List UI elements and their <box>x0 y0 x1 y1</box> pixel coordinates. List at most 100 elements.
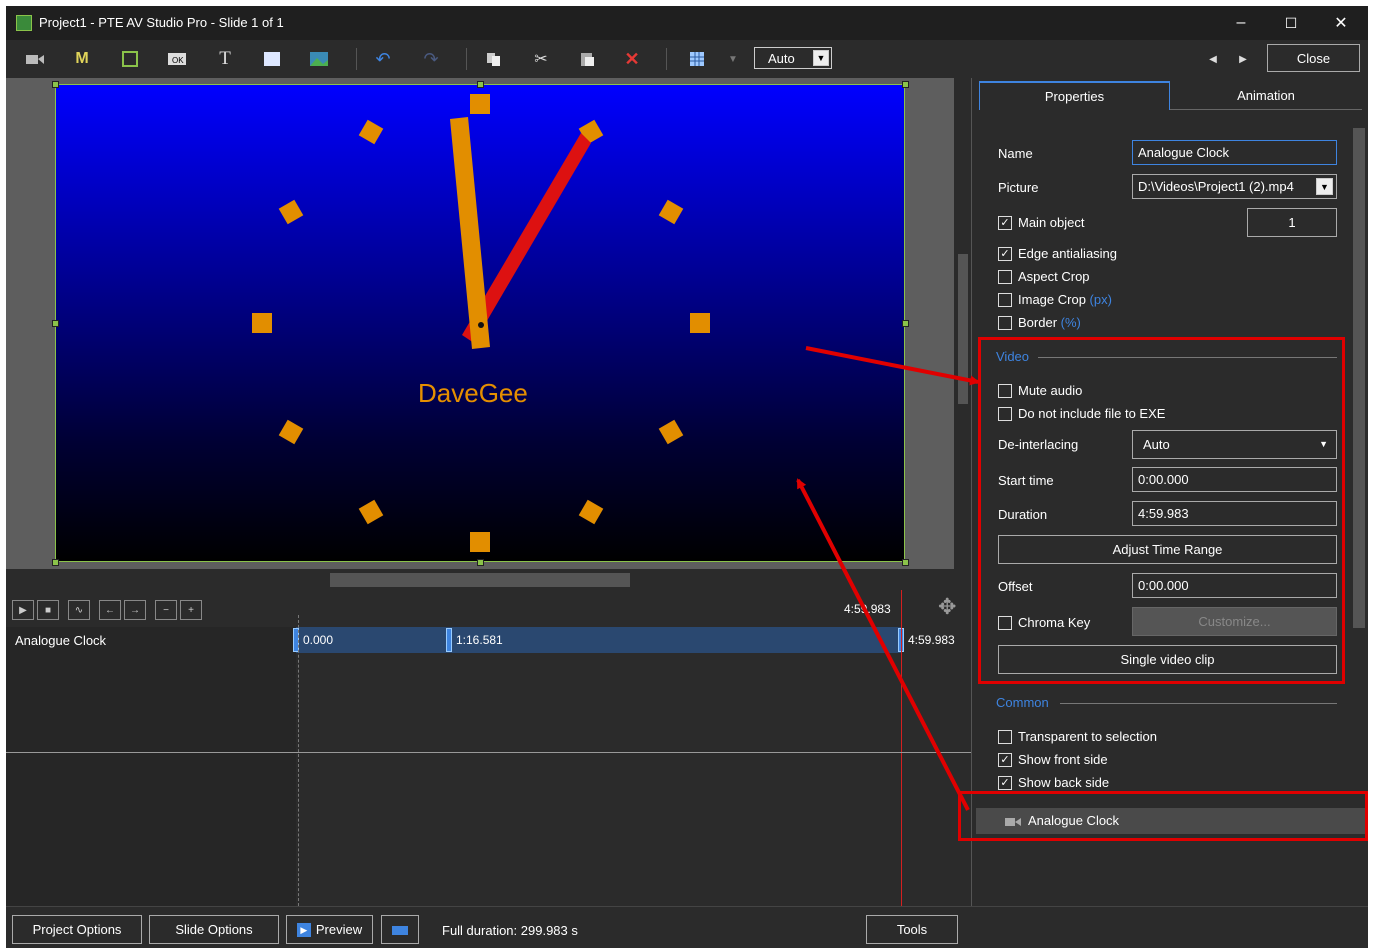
video-section-title: Video <box>996 349 1030 364</box>
start-time-field[interactable]: 0:00.000 <box>1132 467 1337 492</box>
stage-vertical-scrollbar[interactable] <box>954 78 971 569</box>
chevron-down-icon: ▼ <box>1316 178 1333 195</box>
publish-button[interactable] <box>381 915 419 944</box>
slide-options-button[interactable]: Slide Options <box>149 915 279 944</box>
show-front-side-checkbox[interactable]: ✓ <box>998 753 1012 767</box>
scrollbar-thumb[interactable] <box>958 254 968 404</box>
object-tree-item[interactable]: Analogue Clock <box>976 808 1365 834</box>
preview-button[interactable]: ▶ Preview <box>286 915 373 944</box>
resize-handle[interactable] <box>477 81 484 88</box>
chevron-down-icon: ▼ <box>1319 439 1328 449</box>
zoom-in-icon[interactable]: + <box>180 600 202 620</box>
image-icon[interactable] <box>308 48 330 70</box>
chroma-key-label: Chroma Key <box>1018 615 1091 630</box>
tab-animation[interactable]: Animation <box>1170 81 1362 110</box>
maximize-button[interactable]: ☐ <box>1268 6 1314 40</box>
waveform-icon[interactable]: ∿ <box>68 600 90 620</box>
close-window-button[interactable]: ✕ <box>1318 6 1364 40</box>
border-checkbox[interactable] <box>998 316 1012 330</box>
grid-dropdown-icon[interactable]: ▼ <box>722 48 744 70</box>
show-back-side-checkbox[interactable]: ✓ <box>998 776 1012 790</box>
main-object-number-field[interactable]: 1 <box>1247 208 1337 237</box>
customize-button[interactable]: Customize... <box>1132 607 1337 636</box>
minimize-button[interactable]: – <box>1218 6 1264 40</box>
resize-handle[interactable] <box>902 81 909 88</box>
arrow-left-icon[interactable]: ← <box>99 600 121 620</box>
object-tree-item-label: Analogue Clock <box>1028 813 1120 828</box>
mute-audio-checkbox[interactable] <box>998 384 1012 398</box>
stop-icon[interactable]: ■ <box>37 600 59 620</box>
tab-properties[interactable]: Properties <box>979 81 1170 110</box>
resize-handle[interactable] <box>902 559 909 566</box>
common-section-title: Common <box>996 695 1049 710</box>
rectangle-icon[interactable] <box>261 48 283 70</box>
delete-icon[interactable]: ✕ <box>621 48 643 70</box>
paste-icon[interactable] <box>576 48 598 70</box>
resize-handle[interactable] <box>52 559 59 566</box>
next-slide-icon[interactable]: ▶ <box>1232 48 1254 70</box>
edge-antialiasing-checkbox[interactable]: ✓ <box>998 247 1012 261</box>
chroma-key-checkbox[interactable] <box>998 616 1012 630</box>
image-crop-checkbox[interactable] <box>998 293 1012 307</box>
zoom-select-value: Auto <box>768 51 795 66</box>
toolbar-separator <box>356 48 357 70</box>
copy-icon[interactable] <box>483 48 505 70</box>
border-unit: (%) <box>1060 315 1081 330</box>
track-gutter <box>226 627 296 906</box>
frame-icon[interactable] <box>119 48 141 70</box>
close-button[interactable]: Close <box>1267 44 1360 72</box>
chevron-down-icon: ▼ <box>813 50 829 66</box>
scrollbar-thumb[interactable] <box>330 573 630 587</box>
move-icon[interactable]: ✥ <box>938 594 956 620</box>
resize-handle[interactable] <box>52 81 59 88</box>
publish-icon <box>392 925 408 935</box>
app-icon <box>16 15 32 31</box>
mute-audio-label: Mute audio <box>1018 383 1083 398</box>
cut-icon[interactable]: ✂ <box>530 48 552 70</box>
button-icon[interactable]: OK <box>166 48 188 70</box>
single-video-clip-button[interactable]: Single video clip <box>998 645 1337 674</box>
name-field[interactable]: Analogue Clock <box>1132 140 1337 165</box>
stage-horizontal-scrollbar[interactable] <box>6 569 971 590</box>
scrollbar-thumb[interactable] <box>1353 128 1365 628</box>
previous-slide-icon[interactable]: ◀ <box>1202 48 1224 70</box>
arrow-right-icon[interactable]: → <box>124 600 146 620</box>
playhead-line[interactable] <box>901 590 902 906</box>
deinterlacing-select[interactable]: Auto ▼ <box>1132 430 1337 459</box>
picture-select[interactable]: D:\Videos\Project1 (2).mp4 ▼ <box>1132 174 1337 199</box>
zoom-out-icon[interactable]: − <box>155 600 177 620</box>
edge-antialiasing-label: Edge antialiasing <box>1018 246 1118 261</box>
grid-icon[interactable] <box>686 48 708 70</box>
no-include-exe-checkbox[interactable] <box>998 407 1012 421</box>
aspect-crop-checkbox[interactable] <box>998 270 1012 284</box>
no-include-exe-label: Do not include file to EXE <box>1018 406 1166 421</box>
panel-scrollbar[interactable] <box>1352 114 1366 794</box>
zoom-select[interactable]: Auto ▼ <box>754 47 832 69</box>
offset-field[interactable]: 0:00.000 <box>1132 573 1337 598</box>
adjust-time-range-button[interactable]: Adjust Time Range <box>998 535 1337 564</box>
redo-icon[interactable]: ↷ <box>420 48 442 70</box>
resize-handle[interactable] <box>52 320 59 327</box>
mask-icon[interactable]: M <box>71 48 93 70</box>
undo-icon[interactable]: ↶ <box>372 48 394 70</box>
play-icon[interactable]: ▶ <box>12 600 34 620</box>
image-crop-unit: (px) <box>1089 292 1112 307</box>
keyframe-mid[interactable] <box>446 628 452 652</box>
start-guide-line <box>298 615 299 906</box>
transparent-to-selection-checkbox[interactable] <box>998 730 1012 744</box>
tools-button[interactable]: Tools <box>866 915 958 944</box>
track-clip-bar[interactable] <box>296 627 901 653</box>
main-object-checkbox[interactable]: ✓ <box>998 216 1012 230</box>
slide-canvas[interactable]: DaveGee <box>55 84 905 562</box>
resize-handle[interactable] <box>477 559 484 566</box>
track-name[interactable]: Analogue Clock <box>6 627 226 653</box>
common-section-line <box>1060 703 1337 704</box>
transparent-to-selection-label: Transparent to selection <box>1018 729 1157 744</box>
text-icon[interactable]: T <box>214 48 236 70</box>
resize-handle[interactable] <box>902 320 909 327</box>
start-time-label: Start time <box>998 473 1054 488</box>
project-options-button[interactable]: Project Options <box>12 915 142 944</box>
offset-label: Offset <box>998 579 1033 594</box>
duration-field[interactable]: 4:59.983 <box>1132 501 1337 526</box>
video-camera-icon[interactable] <box>24 48 46 70</box>
